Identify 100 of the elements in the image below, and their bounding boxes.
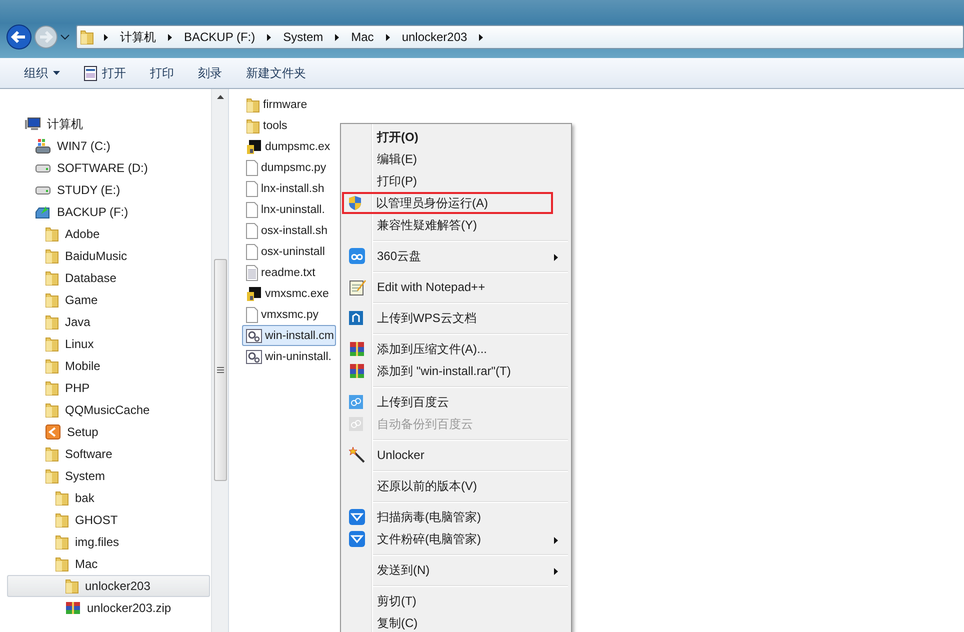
chevron-icon[interactable]: [335, 34, 340, 40]
file-item[interactable]: vmxsmc.py: [242, 304, 320, 325]
tree-item[interactable]: Java: [7, 311, 210, 333]
tree-item[interactable]: unlocker203.zip: [7, 597, 210, 619]
tree-item[interactable]: img.files: [7, 531, 210, 553]
file-icon: [246, 180, 258, 196]
tree-item[interactable]: Adobe: [7, 223, 210, 245]
menu-item[interactable]: 复制(C): [343, 612, 568, 632]
file-item[interactable]: dumpsmc.py: [242, 157, 328, 178]
file-item[interactable]: readme.txt: [242, 262, 318, 283]
menu-item[interactable]: 扫描病毒(电脑管家): [343, 506, 568, 528]
breadcrumb[interactable]: 计算机: [114, 28, 162, 46]
file-item[interactable]: firmware: [242, 94, 310, 115]
scroll-thumb[interactable]: [214, 259, 226, 481]
file-item[interactable]: dumpsmc.ex: [242, 136, 332, 157]
scroll-up-icon[interactable]: [216, 95, 224, 99]
back-button[interactable]: [6, 24, 32, 50]
tree-item[interactable]: PHP: [7, 377, 210, 399]
folder-icon: [65, 578, 79, 594]
toolbar-button[interactable]: 组织: [12, 60, 72, 86]
tree-item[interactable]: WIN7 (C:): [7, 135, 210, 157]
tree-item[interactable]: Database: [7, 267, 210, 289]
drive-icon: [35, 204, 51, 220]
tree-item[interactable]: System: [7, 465, 210, 487]
tree-item[interactable]: unlocker203: [7, 575, 210, 597]
file-item[interactable]: osx-install.sh: [242, 220, 330, 241]
menu-item[interactable]: 打印(P): [343, 170, 568, 192]
file-item[interactable]: win-install.cm: [242, 325, 336, 346]
toolbar-button[interactable]: 打印: [138, 60, 186, 86]
archive-icon: [349, 341, 365, 357]
menu-item[interactable]: 剪切(T): [343, 590, 568, 612]
tree-item[interactable]: Software: [7, 443, 210, 465]
tree-item[interactable]: BaiduMusic: [7, 245, 210, 267]
chevron-icon[interactable]: [267, 34, 272, 40]
menu-item[interactable]: 还原以前的版本(V): [343, 475, 568, 497]
drive-icon: [35, 185, 51, 195]
menu-item[interactable]: 360云盘: [343, 245, 568, 267]
tree-item[interactable]: STUDY (E:): [7, 179, 210, 201]
menu-item[interactable]: Edit with Notepad++: [343, 276, 568, 298]
folder-icon: [55, 534, 69, 550]
breadcrumb[interactable]: unlocker203: [396, 30, 474, 44]
tree-item[interactable]: 计算机: [7, 113, 210, 135]
toolbar-button[interactable]: 刻录: [186, 60, 234, 86]
file-item[interactable]: lnx-uninstall.: [242, 199, 327, 220]
tree-item[interactable]: Linux: [7, 333, 210, 355]
chevron-icon[interactable]: [168, 34, 172, 40]
tree-item[interactable]: QQMusicCache: [7, 399, 210, 421]
menu-item[interactable]: 以管理员身份运行(A): [342, 192, 553, 214]
chevron-icon[interactable]: [479, 34, 484, 40]
archive-icon: [349, 363, 365, 379]
breadcrumb[interactable]: BACKUP (F:): [178, 30, 262, 44]
tree-item[interactable]: Game: [7, 289, 210, 311]
folder-icon: [45, 446, 59, 462]
menu-item[interactable]: 上传到百度云: [343, 391, 568, 413]
file-item[interactable]: vmxsmc.exe: [242, 283, 331, 304]
folder-icon: [55, 490, 69, 506]
breadcrumb[interactable]: Mac: [345, 30, 380, 44]
chevron-icon[interactable]: [104, 34, 108, 40]
breadcrumb[interactable]: System: [277, 30, 330, 44]
menu-item[interactable]: 兼容性疑难解答(Y): [343, 214, 568, 236]
menu-item[interactable]: 打开(O): [343, 126, 568, 148]
menu-item[interactable]: 发送到(N): [343, 559, 568, 581]
application-icon: [246, 138, 262, 154]
file-item[interactable]: osx-uninstall: [242, 241, 327, 262]
tree-item[interactable]: BACKUP (F:): [7, 201, 210, 223]
menu-item[interactable]: 编辑(E): [343, 148, 568, 170]
tree-item[interactable]: Mac: [7, 553, 210, 575]
history-dropdown-icon[interactable]: [60, 33, 70, 41]
toolbar-button[interactable]: 新建文件夹: [234, 60, 318, 86]
file-item[interactable]: tools: [242, 115, 290, 136]
menu-item[interactable]: 添加到 "win-install.rar"(T): [343, 360, 568, 382]
file-item[interactable]: win-uninstall.: [242, 346, 334, 367]
drive-icon: [35, 138, 51, 154]
menu-item[interactable]: 添加到压缩文件(A)...: [343, 338, 568, 360]
folder-icon: [45, 248, 59, 264]
scrollbar[interactable]: [211, 89, 228, 632]
tree-item[interactable]: GHOST: [7, 509, 210, 531]
tree-item[interactable]: bak: [7, 487, 210, 509]
file-item[interactable]: lnx-install.sh: [242, 178, 326, 199]
text-file-icon: [246, 264, 258, 280]
menu-item[interactable]: 上传到WPS云文档: [343, 307, 568, 329]
toolbar-button[interactable]: 打开: [72, 60, 138, 86]
tree-item[interactable]: SOFTWARE (D:): [7, 157, 210, 179]
chevron-icon[interactable]: [386, 34, 390, 40]
tree-item[interactable]: Setup: [7, 421, 210, 443]
file-icon: [246, 306, 258, 322]
folder-icon: [80, 29, 94, 45]
archive-icon: [65, 601, 81, 615]
forward-button[interactable]: [34, 25, 58, 49]
folder-icon: [45, 270, 59, 286]
folder-icon: [45, 358, 59, 374]
menu-item[interactable]: Unlocker: [343, 444, 568, 466]
folder-icon: [55, 556, 69, 572]
folder-icon: [45, 314, 59, 330]
address-bar[interactable]: 计算机 BACKUP (F:) System Mac unlocker203: [76, 25, 964, 49]
notepad-icon: [349, 278, 367, 296]
menu-item[interactable]: 文件粉碎(电脑管家): [343, 528, 568, 550]
file-icon: [246, 222, 258, 238]
folder-icon: [246, 118, 260, 134]
tree-item[interactable]: Mobile: [7, 355, 210, 377]
